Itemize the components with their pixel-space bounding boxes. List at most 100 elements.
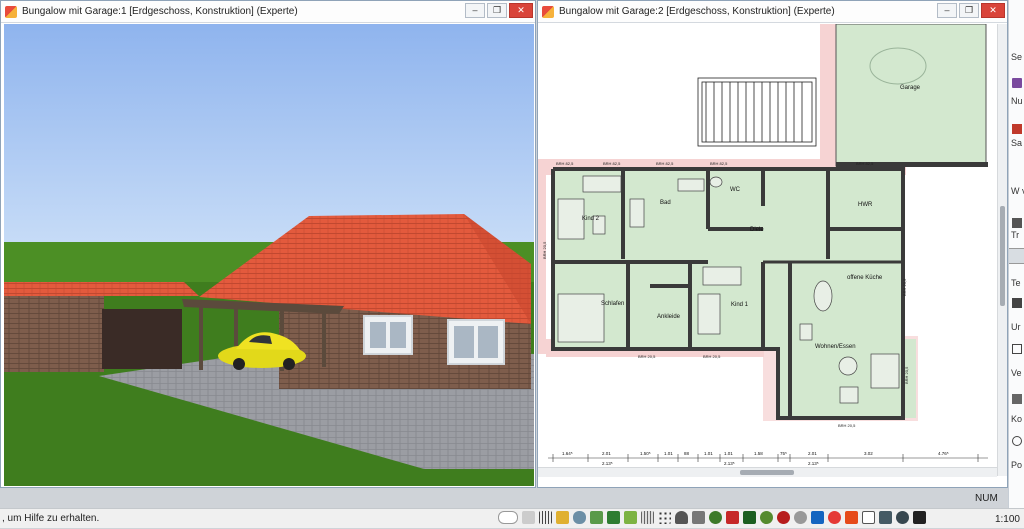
panel-item[interactable]: Sa de — [1011, 138, 1024, 148]
minimize-button[interactable]: – — [465, 3, 485, 18]
text-icon[interactable] — [862, 511, 875, 524]
shrub-icon[interactable] — [760, 511, 773, 524]
window-label: BRH 20,5 — [638, 354, 656, 359]
lock-icon[interactable] — [726, 511, 739, 524]
window-label: BRH 20,5 — [703, 354, 721, 359]
dimension-label: 1.58 — [754, 451, 763, 456]
room-label-schlafen: Schlafen — [601, 301, 624, 307]
status-hint: , um Hilfe zu erhalten. — [2, 513, 100, 524]
3d-scene[interactable] — [4, 24, 534, 486]
room-label-kind2: Kind 2 — [582, 216, 600, 222]
window-label: BRH 82,5 — [556, 161, 574, 166]
window-label: BRH 20,5 — [542, 241, 547, 259]
scale-indicator: 1:100 — [994, 513, 1020, 525]
panel-item[interactable]: Ve — [1011, 368, 1024, 378]
status-toolbar[interactable] — [498, 511, 926, 524]
pencil-icon[interactable] — [556, 511, 569, 524]
tree-icon[interactable] — [709, 511, 722, 524]
app-icon — [5, 5, 17, 18]
maximize-button[interactable]: ❐ — [959, 3, 979, 18]
dimension-label: 2.13⁵ — [808, 461, 819, 466]
room-label-diele: Diele — [750, 227, 764, 233]
panel-item[interactable]: Tr — [1011, 230, 1024, 240]
pine-icon[interactable] — [743, 511, 756, 524]
window-label: BRH 82,5 — [656, 161, 674, 166]
window-plan-titlebar[interactable]: Bungalow mit Garage:2 [Erdgeschoss, Kons… — [538, 1, 1007, 23]
panel-item[interactable]: Po — [1011, 460, 1024, 470]
panel-item[interactable]: Ko — [1011, 414, 1024, 424]
lamp-icon[interactable] — [692, 511, 705, 524]
dimension-label: 1.01 — [724, 451, 733, 456]
dimension-label: 3.02 — [864, 451, 873, 456]
room-label-wc: WC — [730, 187, 741, 193]
flower-icon[interactable] — [777, 511, 790, 524]
fence-icon[interactable] — [641, 511, 654, 524]
layer-icon[interactable] — [590, 511, 603, 524]
panel-item[interactable]: W ve — [1011, 186, 1024, 196]
dimension-label: 1.01 — [704, 451, 713, 456]
window-label: BRH 20,5 — [838, 423, 856, 428]
wall-icon[interactable] — [1012, 124, 1022, 134]
dimension-label: 88 — [684, 451, 690, 456]
right-tool-panel[interactable]: Se Nu s Sa de W ve Tr Te Ur Ve Ko Po — [1008, 0, 1024, 508]
panel-splitter[interactable] — [1009, 248, 1024, 264]
dots-icon[interactable] — [658, 511, 671, 524]
person-icon[interactable] — [675, 511, 688, 524]
dimension-label: 4.76⁵ — [938, 451, 949, 456]
window-label: BRH 20,5 — [902, 278, 907, 296]
room-label-offene-kueche: offene Küche — [847, 275, 883, 281]
car-icon[interactable] — [811, 511, 824, 524]
window-3d-view[interactable]: Bungalow mit Garage:1 [Erdgeschoss, Kons… — [0, 0, 536, 488]
dimension-label: 1.01 — [664, 451, 673, 456]
room-label-hwr: HWR — [858, 202, 873, 208]
view-icon[interactable] — [498, 511, 518, 524]
app-icon — [542, 5, 554, 18]
room-label-wohnen-essen: Wohnen/Essen — [815, 344, 856, 350]
maximize-button[interactable]: ❐ — [487, 3, 507, 18]
panel-item[interactable]: Te — [1011, 278, 1024, 288]
bird-icon[interactable] — [879, 511, 892, 524]
dimension-label: 75⁵ — [780, 451, 787, 456]
compass-icon[interactable] — [896, 511, 909, 524]
panel-item[interactable]: Nu s — [1011, 96, 1024, 106]
room-label-garage: Garage — [900, 85, 921, 91]
arrow-icon[interactable] — [1012, 78, 1022, 88]
minimize-button[interactable]: – — [937, 3, 957, 18]
window-plan-title: Bungalow mit Garage:2 [Erdgeschoss, Kons… — [559, 6, 835, 17]
window-3d-titlebar[interactable]: Bungalow mit Garage:1 [Erdgeschoss, Kons… — [1, 1, 535, 23]
stairs-icon[interactable] — [1012, 218, 1022, 228]
dimension-label: 2.13⁵ — [724, 461, 735, 466]
close-button[interactable]: ✕ — [509, 3, 533, 18]
sky — [4, 24, 534, 246]
window-icon[interactable] — [1012, 344, 1022, 354]
roof-icon[interactable] — [1012, 394, 1022, 404]
ball-icon[interactable] — [794, 511, 807, 524]
plan-vertical-scroll-thumb[interactable] — [1000, 206, 1005, 306]
panel-item[interactable]: Se — [1011, 52, 1024, 62]
tripod-icon[interactable] — [913, 511, 926, 524]
window-floor-plan[interactable]: Bungalow mit Garage:2 [Erdgeschoss, Kons… — [537, 0, 1008, 488]
dimension-label: 1.50⁵ — [640, 451, 651, 456]
dimension-label: 2.01 — [602, 451, 611, 456]
fire-icon[interactable] — [845, 511, 858, 524]
plan-horizontal-scroll-thumb[interactable] — [740, 470, 794, 475]
room-label-ankleide: Ankleide — [657, 314, 681, 320]
grid-icon[interactable] — [539, 511, 552, 524]
panel-item[interactable]: Ur — [1011, 322, 1024, 332]
window-label: BRH 20,5 — [904, 366, 909, 384]
arrow-left-icon[interactable] — [522, 511, 535, 524]
floor-plan-canvas[interactable]: Garage Kind 2 Bad WC HWR Diele offene Kü… — [538, 24, 997, 476]
polygon-icon[interactable] — [1012, 436, 1022, 446]
dimension-label: 2.01 — [808, 451, 817, 456]
terrain-icon[interactable] — [573, 511, 586, 524]
window-label: BRH 82,5 — [856, 161, 874, 166]
landscape-icon[interactable] — [624, 511, 637, 524]
close-button[interactable]: ✕ — [981, 3, 1005, 18]
dimension-label: 2.13⁵ — [602, 461, 613, 466]
door-icon[interactable] — [1012, 298, 1022, 308]
circle-icon[interactable] — [828, 511, 841, 524]
plan-vertical-scrollbar[interactable] — [997, 24, 1007, 476]
plan-horizontal-scrollbar[interactable] — [538, 467, 997, 477]
garage-area — [835, 24, 987, 167]
plant-icon[interactable] — [607, 511, 620, 524]
